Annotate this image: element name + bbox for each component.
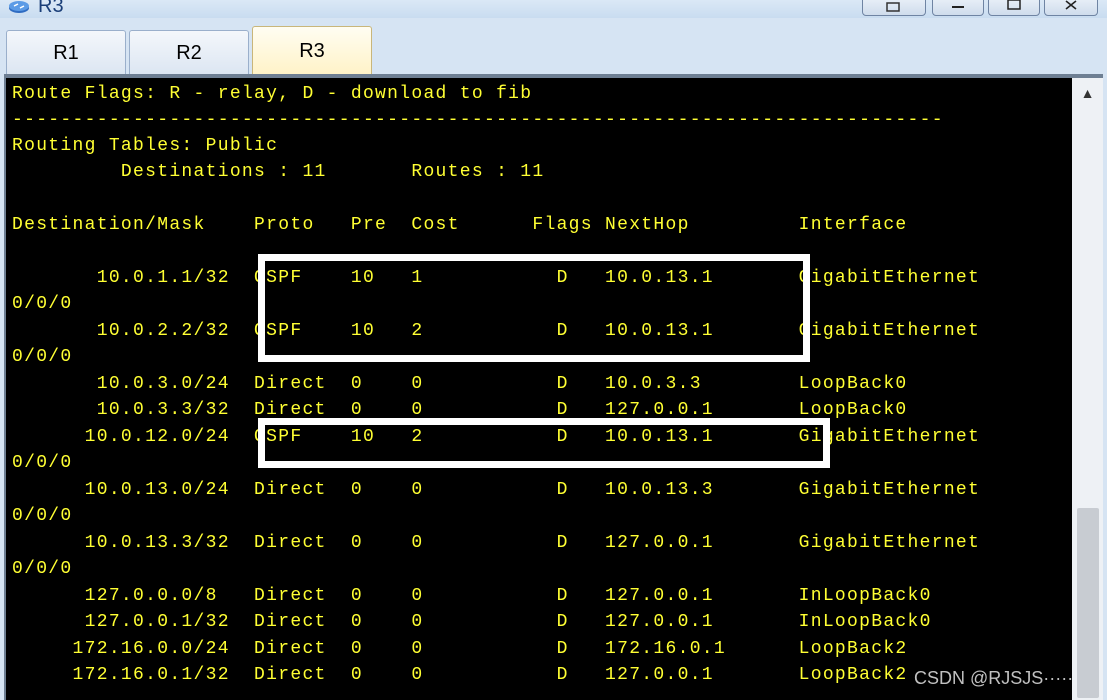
highlight-box-ospf-routes <box>258 254 810 362</box>
terminal-line: 0/0/0 <box>12 506 73 526</box>
terminal-line: 0/0/0 <box>12 347 73 367</box>
terminal-line: 0/0/0 <box>12 559 73 579</box>
terminal-line: Destination/Mask Proto Pre Cost Flags Ne… <box>12 215 908 235</box>
minimize-button[interactable] <box>932 0 984 16</box>
restore-icon <box>886 2 900 12</box>
close-button[interactable] <box>1044 0 1098 16</box>
terminal-line: Route Flags: R - relay, D - download to … <box>12 84 533 104</box>
terminal-line: 127.0.0.0/8 Direct 0 0 D 127.0.0.1 InLoo… <box>12 586 932 606</box>
terminal-line: 0/0/0 <box>12 453 73 473</box>
terminal-line: 172.16.0.0/24 Direct 0 0 D 172.16.0.1 Lo… <box>12 639 908 659</box>
tab-r2[interactable]: R2 <box>129 30 249 74</box>
restore-button[interactable] <box>862 0 926 16</box>
router-app-icon <box>9 1 29 13</box>
tab-r3[interactable]: R3 <box>252 26 372 74</box>
terminal-line: 10.0.13.0/24 Direct 0 0 D 10.0.13.3 Giga… <box>12 480 981 500</box>
terminal-line: 0/0/0 <box>12 294 73 314</box>
terminal-line: 10.0.3.3/32 Direct 0 0 D 127.0.0.1 LoopB… <box>12 400 908 420</box>
device-tab-bar: R1 R2 R3 <box>0 18 1107 74</box>
terminal-line: Destinations : 11 Routes : 11 <box>12 162 545 182</box>
scrollbar-thumb[interactable] <box>1077 508 1099 698</box>
window-title: R3 <box>38 0 64 17</box>
terminal-line: 10.0.13.3/32 Direct 0 0 D 127.0.0.1 Giga… <box>12 533 981 553</box>
window-titlebar: R3 <box>0 0 1107 18</box>
tab-r1[interactable]: R1 <box>6 30 126 74</box>
terminal-line: 127.0.0.1/32 Direct 0 0 D 127.0.0.1 InLo… <box>12 612 932 632</box>
terminal-output[interactable]: Route Flags: R - relay, D - download to … <box>6 78 1072 700</box>
terminal-line: ----------------------------------------… <box>12 110 944 130</box>
terminal-line: 10.0.3.0/24 Direct 0 0 D 10.0.3.3 LoopBa… <box>12 374 908 394</box>
terminal-line: 172.16.0.1/32 Direct 0 0 D 127.0.0.1 Loo… <box>12 665 908 685</box>
terminal-line: Routing Tables: Public <box>12 136 279 156</box>
minimize-icon <box>952 6 964 8</box>
watermark: CSDN @RJSJS····· <box>914 668 1074 688</box>
scroll-up-arrow-icon[interactable]: ▲ <box>1072 78 1103 108</box>
terminal-scrollbar[interactable]: ▲ <box>1072 78 1103 700</box>
highlight-box-ospf-route-12 <box>258 418 830 468</box>
maximize-icon <box>1007 0 1021 10</box>
maximize-button[interactable] <box>988 0 1040 16</box>
close-icon <box>1065 0 1077 10</box>
